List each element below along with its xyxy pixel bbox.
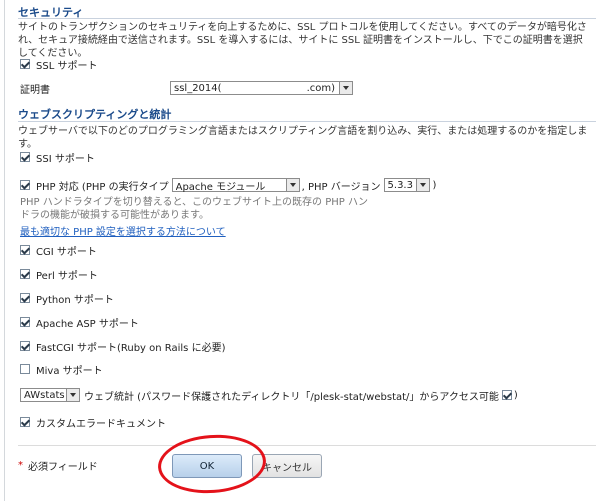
php-warning-line2: ドラの機能が破損する可能性があります。 — [20, 210, 209, 221]
php-label-close: ) — [432, 179, 437, 191]
python-support-checkbox[interactable] — [20, 293, 30, 303]
fastcgi-support-checkbox[interactable] — [20, 341, 30, 351]
perl-support-checkbox[interactable] — [20, 269, 30, 279]
scripting-section-divider — [18, 121, 596, 122]
chevron-down-icon — [66, 389, 79, 401]
apache-asp-support-label: Apache ASP サポート — [36, 318, 139, 330]
scripting-description: ウェブサーバで以下のどのプログラミング言語またはスクリプティング言語を割り込み、… — [18, 126, 588, 150]
footer-divider — [18, 445, 596, 446]
custom-error-docs-checkbox[interactable] — [20, 417, 30, 427]
perl-support-label: Perl サポート — [36, 270, 98, 282]
certificate-value-prefix: ssl_2014( — [174, 82, 222, 94]
required-fields-label: 必須フィールド — [28, 461, 98, 473]
python-support-row: Python サポート — [20, 290, 114, 306]
apache-asp-support-checkbox[interactable] — [20, 317, 30, 327]
fastcgi-support-label: FastCGI サポート(Ruby on Rails に必要) — [36, 342, 226, 354]
ssl-support-checkbox[interactable] — [20, 59, 30, 69]
certificate-label: 証明書 — [20, 84, 50, 96]
php-support-checkbox[interactable] — [20, 180, 30, 190]
cgi-support-label: CGI サポート — [36, 246, 97, 258]
php-support-label: PHP 対応 (PHP の実行タイプ — [36, 181, 169, 193]
php-settings-help-link[interactable]: 最も適切な PHP 設定を選択する方法について — [20, 223, 226, 238]
python-support-label: Python サポート — [36, 294, 114, 306]
perl-support-row: Perl サポート — [20, 266, 98, 282]
web-stats-label: ウェブ統計 (パスワード保護されたディレクトリ「/plesk-stat/webs… — [84, 391, 499, 403]
php-support-row: PHP 対応 (PHP の実行タイプ Apache モジュール , PHP バー… — [20, 177, 436, 193]
cgi-support-row: CGI サポート — [20, 242, 97, 258]
required-fields-note: * 必須フィールド — [18, 457, 98, 473]
custom-error-docs-row: カスタムエラードキュメント — [20, 414, 166, 430]
php-handler-value: Apache モジュール — [175, 181, 266, 193]
php-version-value: 5.3.3 — [387, 179, 413, 191]
chevron-down-icon — [415, 179, 429, 191]
security-section-divider — [18, 18, 596, 19]
web-stats-select[interactable]: AWstats — [20, 388, 80, 402]
fastcgi-support-row: FastCGI サポート(Ruby on Rails に必要) — [20, 338, 225, 354]
custom-error-docs-label: カスタムエラードキュメント — [36, 418, 166, 430]
cancel-button[interactable]: キャンセル — [252, 454, 322, 478]
apache-asp-support-row: Apache ASP サポート — [20, 314, 139, 330]
web-stats-value: AWstats — [24, 389, 65, 401]
left-border — [4, 0, 5, 501]
certificate-row: 証明書 ssl_2014( .com) — [20, 80, 353, 96]
php-warning-line1: PHP ハンドラタイプを切り替えると、このウェブサイト上の既存の PHP ハン — [20, 197, 368, 208]
ok-button[interactable]: OK — [172, 454, 242, 478]
ssl-support-row: SSL サポート — [20, 56, 97, 72]
web-stats-protect-checkbox[interactable] — [501, 390, 512, 400]
web-stats-label-close: ) — [513, 389, 518, 401]
chevron-down-icon — [339, 82, 352, 94]
certificate-value-suffix: .com) — [306, 82, 335, 94]
php-version-select[interactable]: 5.3.3 — [383, 178, 430, 192]
php-handler-select[interactable]: Apache モジュール — [171, 178, 300, 193]
ssl-support-label: SSL サポート — [36, 60, 98, 72]
php-version-label: , PHP バージョン — [301, 181, 381, 193]
chevron-down-icon — [285, 179, 299, 191]
web-stats-row: AWstats ウェブ統計 (パスワード保護されたディレクトリ「/plesk-s… — [20, 387, 518, 403]
certificate-select[interactable]: ssl_2014( .com) — [170, 81, 353, 95]
cgi-support-checkbox[interactable] — [20, 245, 30, 255]
miva-support-label: Miva サポート — [36, 365, 103, 377]
miva-support-checkbox[interactable] — [20, 364, 30, 374]
security-description: サイトのトランザクションのセキュリティを向上するために、SSL プロトコルを使用… — [18, 22, 587, 59]
required-asterisk: * — [18, 459, 23, 471]
ssi-support-row: SSI サポート — [20, 149, 95, 165]
ssi-support-label: SSI サポート — [36, 153, 95, 165]
ssi-support-checkbox[interactable] — [20, 152, 30, 162]
php-handler-warning: PHP ハンドラタイプを切り替えると、このウェブサイト上の既存の PHP ハン … — [20, 196, 368, 222]
miva-support-row: Miva サポート — [20, 361, 103, 377]
scripting-section-title: ウェブスクリプティングと統計 — [18, 108, 172, 121]
